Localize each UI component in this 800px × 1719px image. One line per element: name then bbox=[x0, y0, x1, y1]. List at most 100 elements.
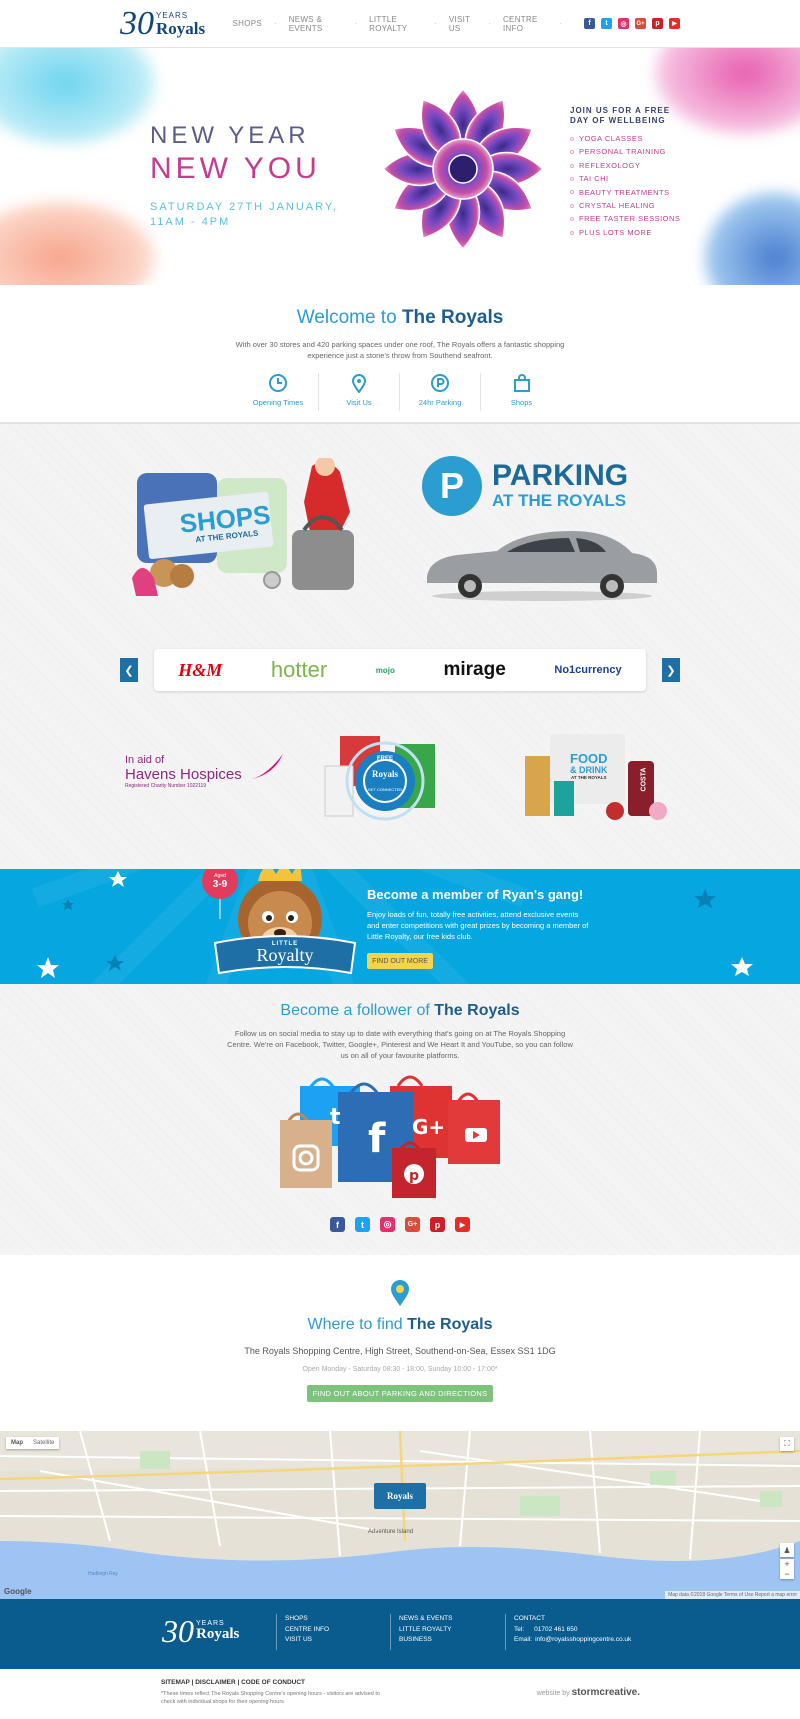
zoom-out-button[interactable]: − bbox=[780, 1569, 794, 1579]
wellbeing-item: TAI CHI bbox=[570, 172, 690, 185]
youtube-icon[interactable]: ▶ bbox=[455, 1217, 470, 1232]
carousel-next-button[interactable]: ❯ bbox=[662, 658, 680, 682]
parking-icon bbox=[431, 374, 449, 392]
footer-link-news-events[interactable]: NEWS & EVENTS bbox=[399, 1614, 452, 1625]
nav-little-royalty[interactable]: LITTLE ROYALTY bbox=[369, 15, 422, 33]
nav-separator: · bbox=[559, 19, 562, 28]
swoosh-icon bbox=[247, 754, 283, 780]
brand-logo[interactable]: mirage bbox=[443, 659, 505, 681]
nav-centre-info[interactable]: CENTRE INFO bbox=[503, 15, 547, 33]
parking-title: PARKING bbox=[492, 459, 629, 492]
brand-strip: H&M hotter mojo mirage No1currency bbox=[154, 649, 646, 691]
find-title: Where to find The Royals bbox=[307, 1316, 493, 1333]
location-pin-icon bbox=[391, 1280, 409, 1306]
footer-links-col-1: SHOPS CENTRE INFO VISIT US bbox=[276, 1614, 329, 1650]
twitter-icon[interactable]: t bbox=[355, 1217, 370, 1232]
pegman-icon[interactable]: ♟ bbox=[780, 1543, 794, 1557]
site-header: 30 YEARS Royals SHOPS · NEWS & EVENTS · … bbox=[0, 0, 800, 48]
instagram-icon[interactable]: ◎ bbox=[618, 18, 629, 29]
phone-number[interactable]: 01702 461 650 bbox=[534, 1626, 577, 1633]
header-social-links: f t ◎ G+ p ▶ bbox=[584, 18, 680, 29]
food-and-drink-tile[interactable]: FOOD & DRINK AT THE ROYALS COSTA bbox=[520, 726, 690, 826]
zoom-in-button[interactable]: + bbox=[780, 1559, 794, 1569]
map-tiles bbox=[0, 1431, 800, 1599]
wellbeing-title: JOIN US FOR A FREE DAY OF WELLBEING bbox=[570, 106, 671, 125]
footer-logo[interactable]: 30 YEARS Royals bbox=[162, 1615, 239, 1647]
youtube-icon[interactable]: ▶ bbox=[669, 18, 680, 29]
site-logo[interactable]: 30 YEARS Royals bbox=[120, 2, 207, 46]
fullscreen-icon[interactable]: ⛶ bbox=[780, 1437, 794, 1451]
car-image bbox=[427, 531, 657, 601]
follow-section: Become a follower of The Royals Follow u… bbox=[0, 984, 800, 1255]
footer-link-visit-us[interactable]: VISIT US bbox=[285, 1635, 329, 1646]
quick-link-opening-times[interactable]: Opening Times bbox=[238, 373, 319, 411]
free-wifi-tile[interactable]: FREE Royals GET CONNECTED bbox=[320, 726, 490, 826]
sub-footer: SITEMAP | DISCLAIMER | CODE OF CONDUCT *… bbox=[0, 1669, 800, 1719]
hero-line-2: NEW YOU bbox=[150, 152, 321, 185]
wellbeing-item: REFLEXOLOGY bbox=[570, 159, 690, 172]
wellbeing-item: YOGA CLASSES bbox=[570, 132, 690, 145]
quick-link-shops[interactable]: Shops bbox=[481, 373, 562, 411]
footer-link-little-royalty[interactable]: LITTLE ROYALTY bbox=[399, 1625, 452, 1636]
brand-logo[interactable]: hotter bbox=[271, 657, 327, 683]
nav-separator: · bbox=[434, 19, 437, 28]
pinterest-icon[interactable]: p bbox=[652, 18, 663, 29]
quick-links: Opening Times Visit Us 24hr Parking Shop… bbox=[0, 373, 800, 411]
map-attribution[interactable]: Map data ©2018 Google Terms of Use Repor… bbox=[665, 1591, 800, 1599]
parking-promo-tile[interactable]: P PARKING AT THE ROYALS bbox=[422, 456, 668, 606]
brand-logo[interactable]: No1currency bbox=[554, 664, 621, 676]
royalty-title: Become a member of Ryan's gang! bbox=[367, 887, 584, 902]
age-badge: Aged 3-9 bbox=[212, 873, 228, 890]
little-royalty-logo: LITTLE Royalty bbox=[256, 941, 314, 965]
nav-visit-us[interactable]: VISIT US bbox=[449, 15, 476, 33]
quick-link-parking[interactable]: 24hr Parking bbox=[400, 373, 481, 411]
map-type-satellite-button[interactable]: Satellite bbox=[28, 1437, 59, 1449]
quick-link-visit-us[interactable]: Visit Us bbox=[319, 373, 400, 411]
promo-section: SHOPS AT THE ROYALS P PARKING AT THE ROY… bbox=[0, 424, 800, 869]
logo-name: Royals bbox=[156, 18, 206, 38]
royals-map-marker[interactable]: Royals bbox=[374, 1483, 426, 1509]
wellbeing-item: CRYSTAL HEALING bbox=[570, 199, 690, 212]
agency-credit[interactable]: website by stormcreative. bbox=[537, 1687, 640, 1698]
shops-promo-tile[interactable]: SHOPS AT THE ROYALS bbox=[132, 456, 386, 606]
nav-news-events[interactable]: NEWS & EVENTS bbox=[289, 15, 343, 33]
brand-logo[interactable]: H&M bbox=[178, 660, 222, 681]
brand-carousel: ❮ H&M hotter mojo mirage No1currency ❯ bbox=[120, 649, 680, 691]
carousel-prev-button[interactable]: ❮ bbox=[120, 658, 138, 682]
hero-banner[interactable]: NEW YEAR NEW YOU SATURDAY 27TH JANUARY, … bbox=[0, 48, 800, 285]
centre-address: The Royals Shopping Centre, High Street,… bbox=[244, 1346, 556, 1356]
shopping-bag-icon bbox=[513, 374, 530, 392]
nav-shops[interactable]: SHOPS bbox=[233, 19, 263, 28]
clock-icon bbox=[269, 374, 287, 392]
havens-hospices-tile[interactable]: In aid of Havens Hospices Registered Cha… bbox=[125, 726, 295, 826]
welcome-text: With over 30 stores and 420 parking spac… bbox=[235, 340, 565, 360]
map-type-map-button[interactable]: Map bbox=[6, 1437, 28, 1449]
follow-text: Follow us on social media to stay up to … bbox=[227, 1029, 573, 1060]
brand-logo[interactable]: mojo bbox=[376, 666, 395, 675]
email-link[interactable]: info@royalsshoppingcentre.co.uk bbox=[535, 1636, 631, 1643]
legal-links[interactable]: SITEMAP | DISCLAIMER | CODE OF CONDUCT bbox=[161, 1679, 305, 1686]
instagram-icon[interactable]: ◎ bbox=[380, 1217, 395, 1232]
facebook-icon[interactable]: f bbox=[330, 1217, 345, 1232]
parking-directions-button[interactable]: FIND OUT ABOUT PARKING AND DIRECTIONS bbox=[306, 1385, 494, 1402]
nav-separator: · bbox=[488, 19, 491, 28]
welcome-title: Welcome to The Royals bbox=[296, 307, 504, 328]
nav-separator: · bbox=[274, 19, 277, 28]
wellbeing-item: BEAUTY TREATMENTS bbox=[570, 186, 690, 199]
find-out-more-button[interactable]: FIND OUT MORE bbox=[367, 953, 433, 969]
footer-link-business[interactable]: BUSINESS bbox=[399, 1635, 452, 1646]
footer-links-col-2: NEWS & EVENTS LITTLE ROYALTY BUSINESS bbox=[390, 1614, 452, 1650]
facebook-icon[interactable]: f bbox=[584, 18, 595, 29]
main-nav: SHOPS · NEWS & EVENTS · LITTLE ROYALTY ·… bbox=[233, 15, 574, 33]
map-zoom-controls: + − bbox=[780, 1559, 794, 1579]
opening-hours: Open Monday - Saturday 08:30 - 18:00, Su… bbox=[302, 1366, 498, 1373]
contact-phone: Tel: 01702 461 650 bbox=[514, 1625, 578, 1633]
google-map[interactable]: Map Satellite ⛶ Royals Adventure Island … bbox=[0, 1431, 800, 1599]
footer-link-centre-info[interactable]: CENTRE INFO bbox=[285, 1625, 329, 1636]
google-plus-icon[interactable]: G+ bbox=[635, 18, 646, 29]
google-plus-icon[interactable]: G+ bbox=[405, 1217, 420, 1232]
footer-link-shops[interactable]: SHOPS bbox=[285, 1614, 329, 1625]
pinterest-icon[interactable]: p bbox=[430, 1217, 445, 1232]
twitter-icon[interactable]: t bbox=[601, 18, 612, 29]
follow-social-links: f t ◎ G+ p ▶ bbox=[0, 1217, 800, 1232]
